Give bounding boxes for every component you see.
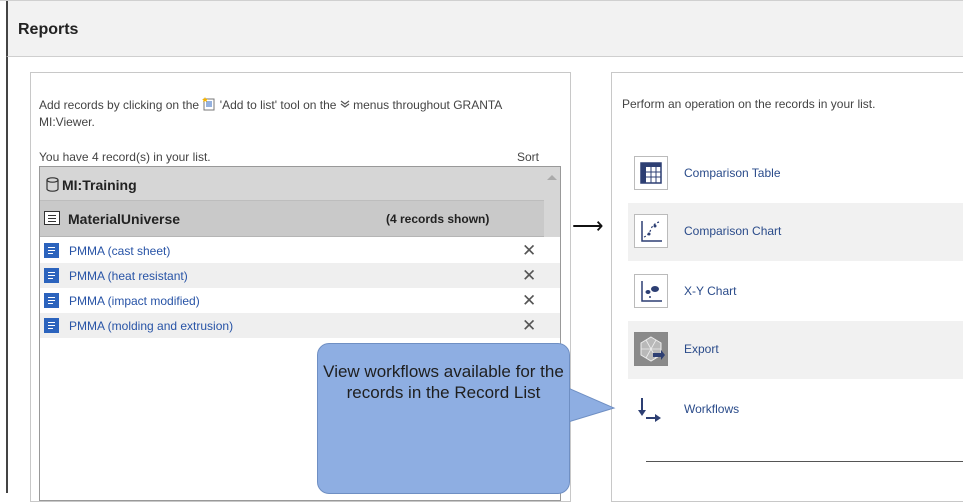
double-chevron-down-icon [340, 98, 350, 114]
right-arrow-icon: ⟶ [572, 213, 604, 238]
record-item[interactable]: PMMA (impact modified) ✕ [40, 288, 560, 313]
left-border [6, 57, 8, 493]
remove-record-icon[interactable]: ✕ [522, 288, 536, 313]
comparison-chart-button[interactable]: Comparison Chart [628, 203, 963, 261]
record-link[interactable]: PMMA (impact modified) [69, 294, 200, 308]
comparison-table-icon [634, 156, 668, 190]
intro-text-2: 'Add to list' tool on the [219, 98, 337, 112]
record-link[interactable]: PMMA (molding and extrusion) [69, 319, 233, 333]
xy-chart-icon [634, 274, 668, 308]
record-item[interactable]: PMMA (heat resistant) ✕ [40, 263, 560, 288]
record-icon [44, 318, 59, 333]
database-icon [46, 177, 59, 195]
record-link[interactable]: PMMA (heat resistant) [69, 269, 188, 283]
database-name: MI:Training [62, 177, 137, 193]
database-row[interactable]: MI:Training [40, 167, 560, 201]
comparison-table-button[interactable]: Comparison Table [628, 145, 963, 203]
add-to-list-icon [202, 97, 216, 111]
callout-annotation: View workflows available for the records… [317, 343, 570, 494]
remove-record-icon[interactable]: ✕ [522, 313, 536, 338]
table-icon [44, 211, 60, 225]
record-list-instructions: Add records by clicking on the 'Add to l… [39, 97, 554, 130]
operations-instructions: Perform an operation on the records in y… [622, 97, 876, 111]
record-icon [44, 243, 59, 258]
remove-record-icon[interactable]: ✕ [522, 238, 536, 263]
record-count: You have 4 record(s) in your list. [39, 150, 211, 164]
intro-text-1: Add records by clicking on the [39, 98, 200, 112]
table-row[interactable]: MaterialUniverse (4 records shown) [40, 201, 560, 237]
xy-chart-button[interactable]: X-Y Chart [628, 263, 963, 321]
record-icon [44, 268, 59, 283]
record-item[interactable]: PMMA (molding and extrusion) ✕ [40, 313, 560, 338]
callout-pointer [568, 388, 616, 423]
export-icon [634, 332, 668, 366]
remove-record-icon[interactable]: ✕ [522, 263, 536, 288]
scrollbar[interactable] [544, 167, 560, 237]
record-link[interactable]: PMMA (cast sheet) [69, 244, 170, 258]
page-header: Reports [6, 1, 963, 57]
records-shown-count: (4 records shown) [386, 212, 490, 226]
page-title: Reports [18, 21, 79, 38]
sort-button[interactable]: Sort [517, 150, 539, 164]
comparison-chart-label: Comparison Chart [684, 224, 782, 238]
callout-text: View workflows available for the records… [323, 362, 564, 402]
scroll-up-arrow-icon[interactable] [547, 175, 557, 180]
workflows-button[interactable]: Workflows [628, 381, 963, 439]
workflows-label: Workflows [684, 402, 740, 416]
xy-chart-label: X-Y Chart [684, 284, 737, 298]
export-label: Export [684, 342, 719, 356]
table-name: MaterialUniverse [68, 211, 181, 227]
record-item[interactable]: PMMA (cast sheet) ✕ [40, 238, 560, 263]
comparison-chart-icon [634, 214, 668, 248]
panel-divider [646, 461, 963, 462]
operations-panel: Perform an operation on the records in y… [611, 72, 963, 502]
record-icon [44, 293, 59, 308]
comparison-table-label: Comparison Table [684, 166, 781, 180]
export-button[interactable]: Export [628, 321, 963, 379]
workflows-icon [634, 392, 668, 426]
